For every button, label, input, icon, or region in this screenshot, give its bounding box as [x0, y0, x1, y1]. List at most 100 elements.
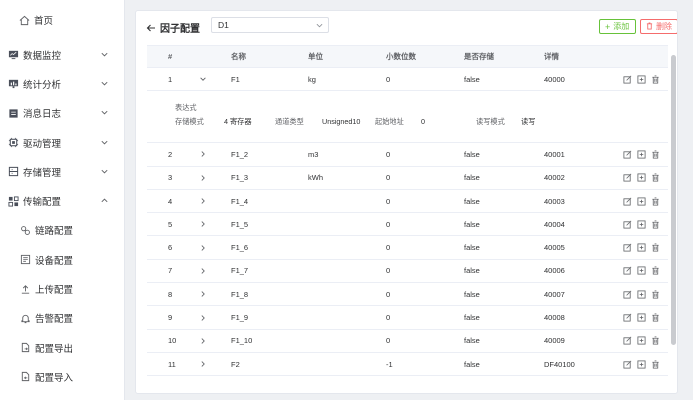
chevron-right-icon[interactable]: [199, 353, 207, 375]
sidebar-subitem[interactable]: 链路配置: [0, 216, 124, 245]
edit-icon[interactable]: [623, 197, 632, 206]
sidebar-item[interactable]: 统计分析: [0, 69, 124, 98]
trash-icon[interactable]: [651, 290, 660, 299]
back-button[interactable]: 因子配置: [146, 20, 200, 35]
start-address-value: 0: [421, 117, 425, 127]
trash-icon[interactable]: [651, 173, 660, 182]
row-actions: [623, 330, 660, 352]
table-row[interactable]: 3 F1_3 kWh 0 false 40002: [147, 167, 668, 190]
edit-icon[interactable]: [623, 360, 632, 369]
copy-icon[interactable]: [637, 173, 646, 182]
copy-icon[interactable]: [637, 75, 646, 84]
arrow-left-icon: [146, 24, 155, 31]
row-actions: [623, 306, 660, 328]
chevron-up-icon: [100, 196, 110, 206]
table-row[interactable]: 1 F1 kg 0 false 40000: [147, 68, 668, 92]
cell-unit: m3: [308, 149, 319, 159]
copy-icon[interactable]: [637, 150, 646, 159]
edit-icon[interactable]: [623, 266, 632, 275]
chevron-right-icon[interactable]: [199, 330, 207, 352]
trash-icon[interactable]: [651, 150, 660, 159]
chevron-right-icon[interactable]: [199, 190, 207, 212]
copy-icon[interactable]: [637, 266, 646, 275]
row-actions: [623, 236, 660, 258]
chevron-right-icon[interactable]: [199, 213, 207, 235]
cell-name: F1: [231, 74, 240, 84]
sidebar-subitem[interactable]: 配置导入: [0, 362, 124, 391]
trash-icon[interactable]: [651, 197, 660, 206]
chevron-right-icon[interactable]: [199, 306, 207, 328]
row-actions: [623, 68, 660, 90]
edit-icon[interactable]: [623, 173, 632, 182]
trash-icon[interactable]: [651, 336, 660, 345]
sidebar-subitem[interactable]: 上传配置: [0, 274, 124, 303]
trash-icon[interactable]: [651, 360, 660, 369]
sidebar-item[interactable]: 消息日志: [0, 99, 124, 128]
cell-unit: kWh: [308, 173, 323, 183]
cell-name: F1_8: [231, 289, 249, 299]
table-row[interactable]: 10 F1_10 0 false 40009: [147, 330, 668, 353]
table-row[interactable]: 11 F2 -1 false DF40100: [147, 353, 668, 377]
home-icon: [18, 14, 30, 26]
add-button[interactable]: + 添加: [599, 19, 636, 34]
chevron-right-icon[interactable]: [199, 283, 207, 305]
edit-icon[interactable]: [623, 313, 632, 322]
table-row[interactable]: 7 F1_7 0 false 40006: [147, 260, 668, 284]
cell-index: 8: [168, 289, 173, 299]
sidebar-subitem-label: 链路配置: [35, 226, 74, 238]
sidebar-item[interactable]: 存储管理: [0, 157, 124, 186]
trash-icon[interactable]: [651, 220, 660, 229]
trash-icon[interactable]: [651, 313, 660, 322]
sidebar-item-home[interactable]: 首页: [0, 0, 124, 40]
chevron-right-icon[interactable]: [199, 143, 207, 165]
copy-icon[interactable]: [637, 313, 646, 322]
sidebar-subitem[interactable]: 设备配置: [0, 245, 124, 274]
cell-name: F1_4: [231, 196, 249, 206]
column-header-decimals: 小数位数: [386, 52, 416, 61]
edit-icon[interactable]: [623, 336, 632, 345]
chevron-down-icon[interactable]: [199, 68, 207, 90]
sidebar-subitem-label: 配置导入: [35, 372, 74, 384]
copy-icon[interactable]: [637, 360, 646, 369]
copy-icon[interactable]: [637, 290, 646, 299]
cell-store: false: [464, 243, 480, 253]
device-select[interactable]: D1: [211, 17, 329, 33]
sidebar-item[interactable]: 数据监控: [0, 40, 124, 69]
chevron-right-icon[interactable]: [199, 260, 207, 282]
cell-detail: 40004: [544, 219, 565, 229]
trash-icon[interactable]: [651, 75, 660, 84]
sidebar-subitem[interactable]: 告警配置: [0, 304, 124, 333]
cell-decimals: 0: [386, 173, 391, 183]
trash-icon[interactable]: [651, 266, 660, 275]
table-row[interactable]: 8 F1_8 0 false 40007: [147, 283, 668, 307]
export-icon: [19, 342, 31, 354]
scrollbar[interactable]: [671, 55, 676, 345]
delete-button[interactable]: 删除: [640, 19, 677, 34]
table-row[interactable]: 6 F1_6 0 false 40005: [147, 236, 668, 260]
row-actions: [623, 190, 660, 212]
cell-store: false: [464, 266, 480, 276]
table-row[interactable]: 4 F1_4 0 false 40003: [147, 190, 668, 214]
sidebar-subitem[interactable]: 配置导出: [0, 333, 124, 362]
chevron-right-icon[interactable]: [199, 167, 207, 189]
monitor-icon: [7, 49, 19, 61]
table-row[interactable]: 9 F1_9 0 false 40008: [147, 306, 668, 330]
edit-icon[interactable]: [623, 243, 632, 252]
chevron-right-icon[interactable]: [199, 236, 207, 258]
chevron-down-icon: [100, 167, 110, 177]
trash-icon[interactable]: [651, 243, 660, 252]
copy-icon[interactable]: [637, 336, 646, 345]
table-row[interactable]: 2 F1_2 m3 0 false 40001: [147, 143, 668, 167]
copy-icon[interactable]: [637, 220, 646, 229]
edit-icon[interactable]: [623, 290, 632, 299]
log-icon: [7, 107, 19, 119]
edit-icon[interactable]: [623, 220, 632, 229]
copy-icon[interactable]: [637, 197, 646, 206]
sidebar-item[interactable]: 驱动管理: [0, 128, 124, 157]
edit-icon[interactable]: [623, 75, 632, 84]
table-row[interactable]: 5 F1_5 0 false 40004: [147, 213, 668, 237]
cell-decimals: -1: [386, 359, 393, 369]
sidebar-item[interactable]: 传输配置: [0, 186, 124, 215]
edit-icon[interactable]: [623, 150, 632, 159]
copy-icon[interactable]: [637, 243, 646, 252]
